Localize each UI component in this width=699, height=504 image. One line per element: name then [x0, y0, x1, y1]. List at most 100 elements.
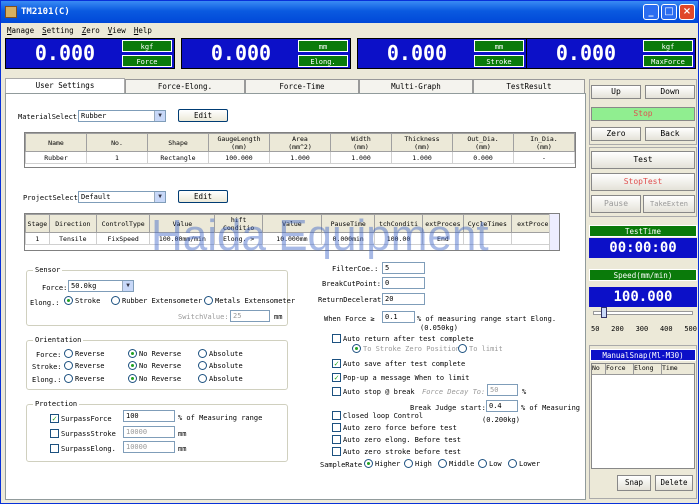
tab-multi-graph[interactable]: Multi-Graph — [359, 79, 473, 93]
project-select[interactable]: Default ▼ — [78, 191, 166, 203]
surpass-stroke-input[interactable]: 10000 — [123, 426, 175, 438]
force-no-reverse-radio[interactable]: No Reverse — [128, 349, 181, 358]
back-button[interactable]: Back — [645, 127, 695, 141]
material-edit-button[interactable]: Edit — [178, 109, 228, 122]
radio-rubber-extensometer[interactable]: Rubber Extensometer — [111, 296, 202, 305]
material-cell-3[interactable]: 100.000 — [208, 151, 270, 164]
to-stroke-zero-radio[interactable]: To Stroke Zero Position — [352, 344, 460, 353]
delete-button[interactable]: Delete — [655, 475, 693, 491]
filter-coe-input[interactable]: 5 — [382, 262, 425, 274]
auto-zero-stroke-checkbox[interactable]: Auto zero stroke before test — [332, 447, 461, 456]
popup-checkbox[interactable]: ✓ Pop-up a message When to limit — [332, 373, 469, 382]
material-cell-1[interactable]: 1 — [86, 151, 148, 164]
elong-reverse-radio[interactable]: Reverse — [64, 374, 105, 383]
material-cell-0[interactable]: Rubber — [25, 151, 87, 164]
pause-button[interactable]: Pause — [591, 195, 641, 213]
sample-high-radio[interactable]: High — [404, 459, 432, 468]
break-judge-note: (0.200kg) — [482, 416, 520, 424]
material-select[interactable]: Rubber ▼ — [78, 110, 166, 122]
down-button[interactable]: Down — [645, 85, 695, 99]
stop-test-button[interactable]: StopTest — [591, 173, 695, 191]
menu-manage[interactable]: Manage — [7, 26, 34, 35]
tab-test-result[interactable]: TestResult — [473, 79, 585, 93]
material-cell-4[interactable]: 1.000 — [269, 151, 331, 164]
surpass-stroke-checkbox[interactable]: SurpassStroke — [50, 429, 116, 438]
chevron-down-icon: ▼ — [154, 192, 165, 202]
project-cell-1[interactable]: Tensile — [48, 232, 98, 245]
auto-zero-elong-checkbox[interactable]: Auto zero elong. Before test — [332, 435, 461, 444]
up-button[interactable]: Up — [591, 85, 641, 99]
chevron-down-icon: ▼ — [122, 281, 133, 291]
auto-stop-checkbox[interactable]: Auto stop @ break — [332, 387, 415, 396]
maximize-button[interactable]: □ — [661, 4, 677, 20]
force-reverse-radio[interactable]: Reverse — [64, 349, 105, 358]
force-unit: kgf — [122, 40, 172, 52]
orient-elong-label: Elong.: — [32, 376, 62, 384]
minimize-button[interactable]: _ — [643, 4, 659, 20]
auto-zero-force-checkbox[interactable]: Auto zero force before test — [332, 423, 457, 432]
elong-no-reverse-radio[interactable]: No Reverse — [128, 374, 181, 383]
speed-slider-thumb[interactable] — [601, 307, 607, 318]
maxforce-readout: 0.000 kgf MaxForce — [526, 38, 696, 69]
stroke-absolute-radio[interactable]: Absolute — [198, 361, 243, 370]
tab-force-time[interactable]: Force-Time — [245, 79, 359, 93]
material-cell-6[interactable]: 1.000 — [391, 151, 453, 164]
orient-force-label: Force: — [36, 351, 62, 359]
breakcut-input[interactable]: 0 — [382, 277, 425, 289]
close-button[interactable]: × — [679, 4, 695, 20]
sample-low-radio[interactable]: Low — [478, 459, 502, 468]
title-bar: TM2101(C) _ □ × — [1, 1, 698, 23]
material-cell-7[interactable]: 0.000 — [452, 151, 514, 164]
auto-return-checkbox[interactable]: Auto return after test complete — [332, 334, 474, 343]
break-judge-input[interactable]: 0.4 — [486, 400, 518, 412]
material-cell-2[interactable]: Rectangle — [147, 151, 209, 164]
radio-stroke[interactable]: Stroke — [64, 296, 100, 305]
snap-col-elong: Elong — [634, 364, 662, 374]
tab-user-settings[interactable]: User Settings — [5, 78, 125, 93]
material-header-3: GaugeLength (mm) — [208, 133, 270, 152]
project-cell-2[interactable]: FixSpeed — [96, 232, 151, 245]
to-limit-radio[interactable]: To limit — [458, 344, 503, 353]
when-force-input[interactable]: 0.1 — [382, 311, 415, 323]
menu-view[interactable]: View — [108, 26, 126, 35]
menu-setting[interactable]: Setting — [42, 26, 74, 35]
force-decay-input[interactable]: 50 — [487, 384, 518, 396]
sensor-force-select[interactable]: 50.0kg ▼ — [68, 280, 134, 292]
surpass-force-input[interactable]: 100 — [123, 410, 175, 422]
take-exten-button[interactable]: TakeExten — [643, 195, 695, 213]
speed-slider-track[interactable] — [593, 311, 693, 315]
project-table-scrollbar[interactable] — [549, 214, 559, 250]
stroke-no-reverse-radio[interactable]: No Reverse — [128, 361, 181, 370]
project-edit-button[interactable]: Edit — [178, 190, 228, 203]
material-cell-8[interactable]: - — [513, 151, 575, 164]
test-time-label: TestTime — [589, 225, 697, 237]
elong-absolute-radio[interactable]: Absolute — [198, 374, 243, 383]
surpass-elong-checkbox[interactable]: SurpassElong. — [50, 444, 116, 453]
test-button[interactable]: Test — [591, 151, 695, 169]
surpass-force-checkbox[interactable]: ✓ SurpassForce — [50, 414, 112, 423]
stroke-readout: 0.000 mm Stroke — [357, 38, 527, 69]
menu-zero[interactable]: Zero — [82, 26, 100, 35]
sample-middle-radio[interactable]: Middle — [438, 459, 474, 468]
menu-help[interactable]: Help — [134, 26, 152, 35]
snap-col-time: Time — [662, 364, 678, 372]
auto-save-checkbox[interactable]: ✓ Auto save after test complete — [332, 359, 465, 368]
stroke-reverse-radio[interactable]: Reverse — [64, 361, 105, 370]
material-header-4: Area (mm^2) — [269, 133, 331, 152]
project-cell-0[interactable]: 1 — [25, 232, 50, 245]
force-absolute-radio[interactable]: Absolute — [198, 349, 243, 358]
sample-lower-radio[interactable]: Lower — [508, 459, 540, 468]
material-cell-5[interactable]: 1.000 — [330, 151, 392, 164]
radio-metals-extensometer[interactable]: Metals Extensometer — [204, 296, 295, 305]
material-header-6: Thickness (mm) — [391, 133, 453, 152]
return-decel-input[interactable]: 20 — [382, 293, 425, 305]
tab-force-elong[interactable]: Force-Elong. — [125, 79, 245, 93]
snap-button[interactable]: Snap — [617, 475, 651, 491]
switch-value-input[interactable]: 25 — [230, 310, 270, 322]
zero-button[interactable]: Zero — [591, 127, 641, 141]
closed-loop-checkbox[interactable]: Closed loop Control — [332, 411, 423, 420]
stop-button[interactable]: Stop — [591, 107, 695, 121]
surpass-elong-input[interactable]: 10000 — [123, 441, 175, 453]
break-judge-unit: % of Measuring — [521, 404, 581, 412]
sample-higher-radio[interactable]: Higher — [364, 459, 400, 468]
